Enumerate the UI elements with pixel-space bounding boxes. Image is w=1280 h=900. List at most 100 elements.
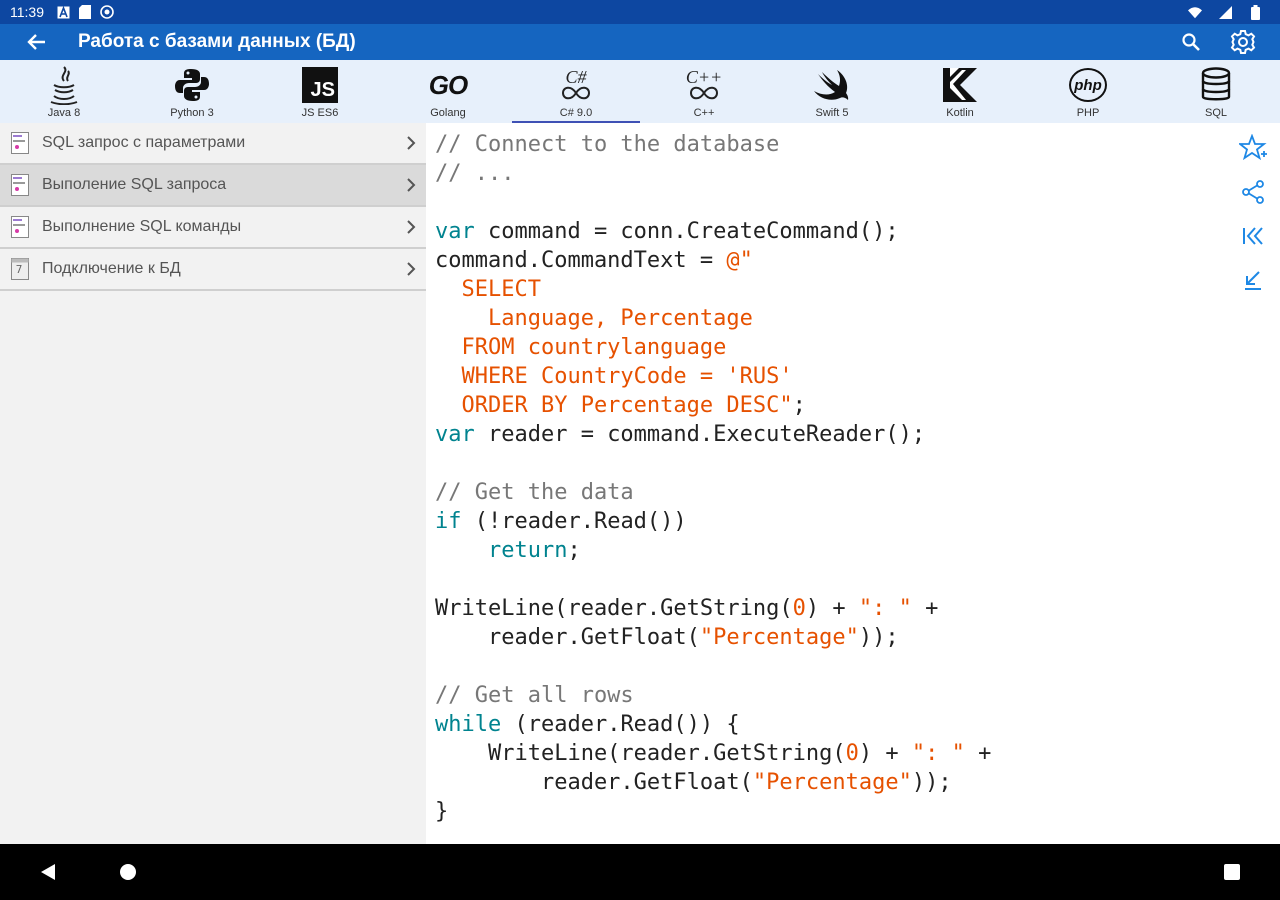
- tab-cpp[interactable]: C++ C++: [640, 60, 768, 123]
- status-bar: 11:39: [0, 0, 1280, 24]
- code-text: ) +: [805, 596, 859, 621]
- code-text: reader = command.ExecuteReader();: [487, 422, 926, 447]
- code-keyword: var: [435, 422, 488, 447]
- code-string: "Percentage": [752, 770, 912, 795]
- list-item[interactable]: SQL запрос с параметрами: [0, 123, 426, 165]
- tab-kotlin[interactable]: Kotlin: [896, 60, 1024, 123]
- list-item-label: SQL запрос с параметрами: [42, 134, 246, 151]
- triangle-back-icon: [41, 864, 55, 880]
- code-block: // Connect to the database // ... var co…: [435, 130, 1226, 826]
- square-recents-icon: [1224, 864, 1240, 880]
- code-line: // Connect to the database: [435, 132, 779, 157]
- database-icon: [1201, 67, 1231, 101]
- code-actions: [1226, 123, 1280, 844]
- tab-label: SQL: [1204, 107, 1227, 119]
- code-line: }: [435, 799, 448, 824]
- tab-label: Kotlin: [946, 107, 974, 119]
- code-text: WriteLine(reader.GetString(: [435, 741, 846, 766]
- wifi-icon: [1188, 5, 1202, 19]
- settings-button[interactable]: [1228, 27, 1258, 57]
- tab-csharp[interactable]: C# C# 9.0: [512, 60, 640, 123]
- nav-recents-button[interactable]: [1218, 858, 1246, 886]
- code-line: // ...: [435, 161, 514, 186]
- sd-card-icon: [78, 5, 92, 19]
- code-text: }: [435, 799, 449, 824]
- code-text: ) +: [858, 741, 912, 766]
- arrow-left-icon: [27, 34, 45, 50]
- tab-label: C# 9.0: [559, 107, 593, 119]
- tab-label: Swift 5: [815, 107, 849, 119]
- code-line: // Get the data: [435, 480, 634, 505]
- code-view[interactable]: // Connect to the database // ... var co…: [426, 123, 1226, 844]
- python-icon: [175, 69, 209, 101]
- java-icon: [50, 66, 78, 105]
- code-keyword: while: [435, 712, 502, 737]
- code-line: var command = conn.CreateCommand();: [435, 219, 899, 244]
- code-text: ;: [792, 393, 806, 418]
- navigation-bar: [0, 844, 1280, 900]
- code-text: reader.GetFloat(: [435, 770, 753, 795]
- list-item-label: Выполнение SQL команды: [42, 218, 242, 235]
- code-string: ": ": [911, 741, 965, 766]
- js-icon: JS: [302, 67, 338, 103]
- tab-python[interactable]: Python 3: [128, 60, 256, 123]
- page-title: Работа с базами данных (БД): [78, 31, 356, 52]
- code-comment: // Get all rows: [435, 683, 634, 708]
- code-line: reader.GetFloat("Percentage"));: [435, 625, 899, 650]
- go-icon: GO: [428, 69, 468, 100]
- favorite-button[interactable]: [1238, 133, 1268, 163]
- code-number: 0: [792, 596, 806, 621]
- tab-php[interactable]: php PHP: [1024, 60, 1152, 123]
- share-button[interactable]: [1238, 177, 1268, 207]
- code-line: WHERE CountryCode = 'RUS': [435, 364, 792, 389]
- tab-java[interactable]: Java 8: [0, 60, 128, 123]
- code-line: WriteLine(reader.GetString(0) + ": " +: [435, 741, 991, 766]
- code-line: SELECT: [435, 277, 541, 302]
- list-item[interactable]: Выполнение SQL команды: [0, 207, 426, 249]
- code-text: command = conn.CreateCommand();: [487, 219, 899, 244]
- tab-swift[interactable]: Swift 5: [768, 60, 896, 123]
- nav-back-button[interactable]: [34, 858, 62, 886]
- code-line: Language, Percentage: [435, 306, 753, 331]
- list-item[interactable]: 7 Подключение к БД: [0, 249, 426, 291]
- code-keyword: return: [487, 538, 568, 563]
- code-keyword: var: [435, 219, 488, 244]
- arrow-down-left-icon: [1245, 271, 1261, 290]
- kotlin-icon: [943, 68, 977, 102]
- cpp-icon: C++: [686, 68, 722, 101]
- code-number: 0: [845, 741, 859, 766]
- code-string: SELECT: [435, 277, 541, 302]
- circle-home-icon: [120, 864, 136, 880]
- code-line: while (reader.Read()) {: [435, 712, 740, 737]
- back-button[interactable]: [18, 24, 54, 60]
- gear-icon: [1230, 30, 1256, 54]
- code-text: (reader.Read()) {: [501, 712, 740, 737]
- code-text: (!reader.Read()): [461, 509, 687, 534]
- code-comment: // Get the data: [435, 480, 634, 505]
- tab-golang[interactable]: GO Golang: [384, 60, 512, 123]
- code-line: FROM countrylanguage: [435, 335, 726, 360]
- cell-signal-icon: [1218, 5, 1232, 19]
- scroll-button[interactable]: [1238, 265, 1268, 295]
- share-icon: [1242, 180, 1264, 204]
- star-add-icon: [1239, 134, 1267, 161]
- code-line: var reader = command.ExecuteReader();: [435, 422, 925, 447]
- code-text: ));: [858, 625, 899, 650]
- nav-home-button[interactable]: [114, 858, 142, 886]
- collapse-button[interactable]: [1238, 221, 1268, 251]
- search-button[interactable]: [1176, 27, 1206, 57]
- list-item[interactable]: Выполение SQL запроса: [0, 165, 426, 207]
- swift-icon: [814, 70, 849, 100]
- csharp-icon: C#: [561, 68, 591, 101]
- code-text: +: [964, 741, 992, 766]
- list-item-label: Подключение к БД: [42, 260, 181, 277]
- tab-sql[interactable]: SQL: [1152, 60, 1280, 123]
- language-tabs: Java 8 Python 3 JS JS ES6 GO Golang C# C…: [0, 60, 1280, 123]
- tab-javascript[interactable]: JS JS ES6: [256, 60, 384, 123]
- code-file-icon: [10, 132, 30, 154]
- code-text: +: [911, 596, 939, 621]
- code-comment: // ...: [435, 161, 515, 186]
- tab-label: Java 8: [47, 107, 81, 119]
- code-text: ));: [911, 770, 952, 795]
